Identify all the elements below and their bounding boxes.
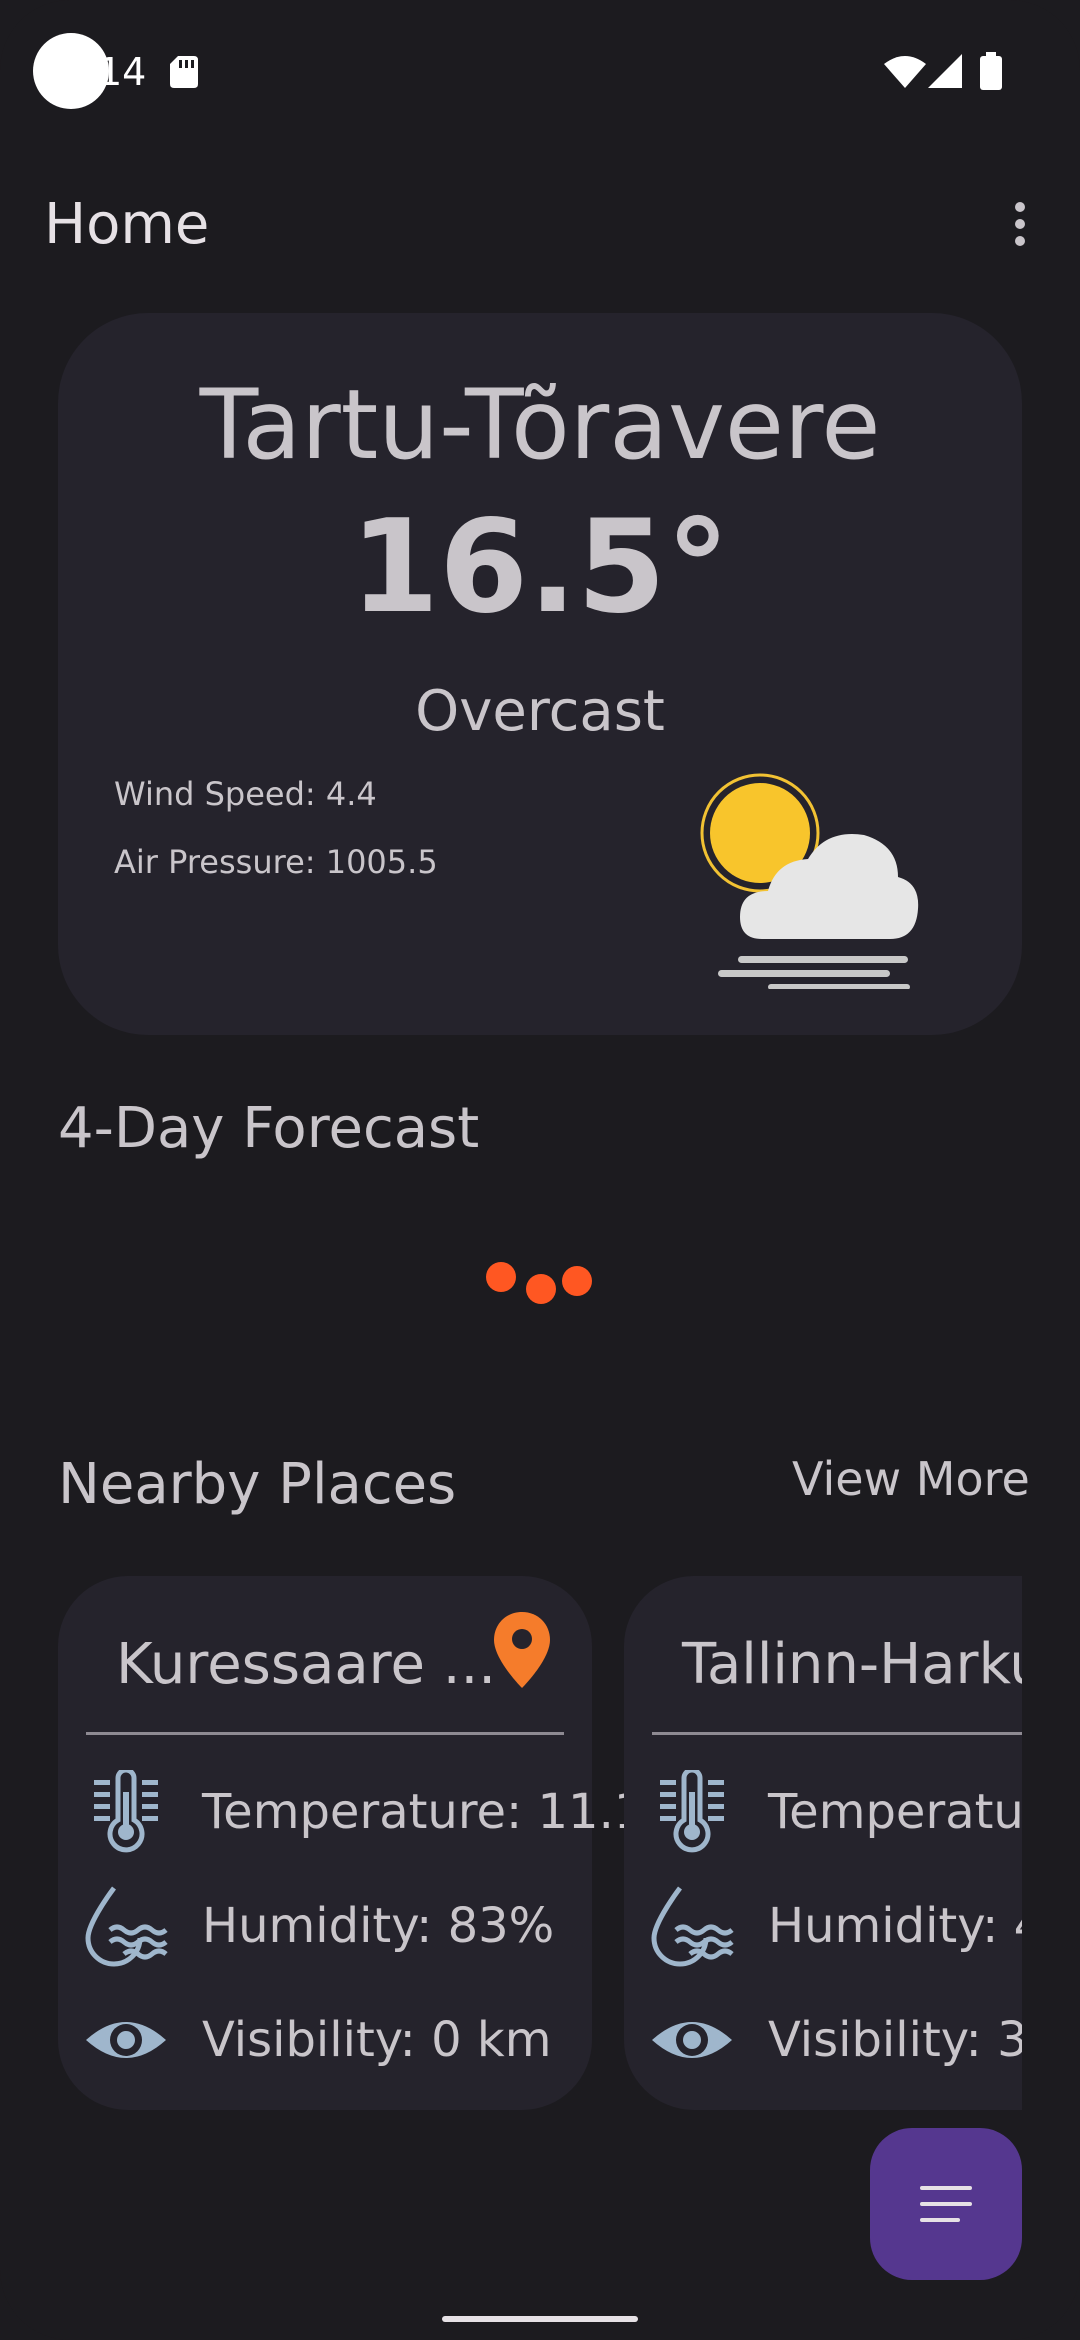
- weather-condition: Overcast: [415, 679, 665, 744]
- more-options-button[interactable]: [1000, 196, 1040, 252]
- divider: [652, 1732, 1022, 1735]
- partly-cloudy-fog-icon: [700, 773, 919, 989]
- divider: [86, 1732, 564, 1735]
- thermometer-icon: [94, 1770, 158, 1853]
- view-more-link[interactable]: View More: [792, 1452, 1030, 1506]
- more-vert-icon: [1015, 202, 1025, 212]
- eye-icon: [652, 2022, 732, 2058]
- battery-icon: [980, 52, 1002, 90]
- temperature-row: Temperature: 11.1°: [58, 1770, 668, 1854]
- eye-icon: [86, 2022, 166, 2058]
- current-temperature: 16.5°: [350, 493, 730, 642]
- place-name: Tallinn-Harku: [682, 1632, 1022, 1697]
- place-card[interactable]: Kuressaare ... Temperature: 11.1° Humidi…: [58, 1576, 668, 2110]
- status-bar: 14: [0, 0, 1080, 140]
- gesture-nav-handle[interactable]: [442, 2316, 638, 2322]
- place-card[interactable]: Tallinn-Harku Temperature:: [624, 1576, 1022, 2110]
- thermometer-icon: [660, 1770, 724, 1853]
- forecast-title: 4-Day Forecast: [58, 1096, 480, 1161]
- city-name: Tartu-Tõravere: [199, 369, 881, 481]
- visibility-value: Visibility: 35: [768, 2012, 1022, 2068]
- temperature-value: Temperature:: [768, 1784, 1022, 1840]
- visibility-row: Visibility: 35: [624, 1998, 1022, 2082]
- status-time: 14: [98, 50, 147, 94]
- cell-signal-icon: [928, 54, 962, 88]
- location-pin-icon[interactable]: [494, 1612, 550, 1688]
- humidity-value: Humidity: 47: [768, 1898, 1022, 1954]
- air-pressure: Air Pressure: 1005.5: [114, 843, 438, 881]
- temperature-value: Temperature: 11.1°: [202, 1784, 669, 1840]
- humidity-row: Humidity: 83%: [58, 1884, 592, 1968]
- wifi-icon: [884, 56, 926, 88]
- visibility-value: Visibility: 0 km: [202, 2012, 552, 2068]
- page-title: Home: [44, 192, 210, 257]
- nearby-places-title: Nearby Places: [58, 1452, 457, 1517]
- visibility-row: Visibility: 0 km: [58, 1998, 592, 2082]
- temperature-row: Temperature:: [624, 1770, 1022, 1854]
- humidity-value: Humidity: 83%: [202, 1898, 555, 1954]
- app-screen: 14 Home Tartu-Tõravere 16.5° Overcast Wi…: [0, 0, 1080, 2340]
- humidity-icon: [651, 1886, 734, 1967]
- menu-icon: [920, 2186, 972, 2222]
- humidity-row: Humidity: 47: [624, 1884, 1022, 1968]
- loading-indicator: [486, 1262, 596, 1312]
- menu-fab-button[interactable]: [870, 2128, 1022, 2280]
- humidity-icon: [85, 1886, 168, 1967]
- place-name: Kuressaare ...: [116, 1632, 497, 1697]
- current-weather-card[interactable]: Tartu-Tõravere 16.5° Overcast Wind Speed…: [58, 313, 1022, 1035]
- nearby-places-list[interactable]: Kuressaare ... Temperature: 11.1° Humidi…: [58, 1576, 1022, 2110]
- sd-card-icon: [170, 56, 198, 88]
- wind-speed: Wind Speed: 4.4: [114, 775, 377, 813]
